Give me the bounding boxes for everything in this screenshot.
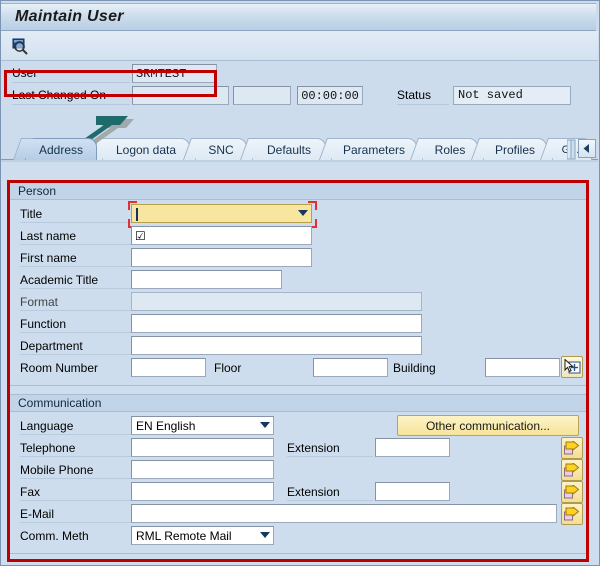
building-label: Building <box>393 361 485 376</box>
communication-group-title: Communication <box>10 395 586 412</box>
tab-overflow-stack <box>567 139 576 160</box>
tab-roles[interactable]: Roles <box>422 138 478 160</box>
department-input[interactable] <box>131 336 422 355</box>
fax-detail-button[interactable] <box>561 481 583 503</box>
function-input[interactable] <box>131 314 422 333</box>
person-group-title: Person <box>10 183 586 200</box>
telephone-detail-button[interactable] <box>561 437 583 459</box>
magnifier-display-icon[interactable] <box>9 35 31 56</box>
mobile-phone-label: Mobile Phone <box>20 463 132 479</box>
window-titlebar: Maintain User <box>1 3 596 31</box>
other-communication-button[interactable]: Other communication... <box>397 415 579 436</box>
yellow-arrow-right-icon <box>564 507 580 522</box>
telephone-extension-label: Extension <box>287 441 373 457</box>
fax-input[interactable] <box>131 482 274 501</box>
tab-profiles[interactable]: Profiles <box>483 138 547 160</box>
format-label: Format <box>20 295 132 311</box>
fax-extension-input[interactable] <box>375 482 450 501</box>
floor-input[interactable] <box>313 358 388 377</box>
room-number-label: Room Number <box>20 361 132 376</box>
academic-title-label: Academic Title <box>20 273 132 289</box>
building-picker-button[interactable] <box>561 356 583 378</box>
mobile-phone-input[interactable] <box>131 460 274 479</box>
tab-snc-label: SNC <box>206 143 235 157</box>
chevron-down-icon <box>260 532 270 538</box>
email-detail-button[interactable] <box>561 503 583 525</box>
floor-label: Floor <box>214 361 310 376</box>
tab-defaults[interactable]: Defaults <box>252 138 326 160</box>
cursor-select-icon <box>564 359 581 376</box>
chevron-down-icon <box>260 422 270 428</box>
tab-address-label: Address <box>37 143 85 157</box>
address-tab-panel: Person Title Last name First name Academ… <box>1 162 598 564</box>
email-label: E-Mail <box>20 507 132 523</box>
last-changed-on-label: Last Changed On <box>12 88 130 105</box>
tab-logon-data[interactable]: Logon data <box>102 138 190 160</box>
last-changed-date2-input[interactable] <box>233 86 291 105</box>
first-name-label: First name <box>20 251 132 267</box>
language-label: Language <box>20 419 132 435</box>
department-label: Department <box>20 339 132 355</box>
room-number-input[interactable] <box>131 358 206 377</box>
yellow-arrow-right-icon <box>564 463 580 478</box>
tab-roles-label: Roles <box>433 143 468 157</box>
mobile-phone-detail-button[interactable] <box>561 459 583 481</box>
last-changed-date-input[interactable] <box>132 86 229 105</box>
last-name-input[interactable] <box>131 226 312 245</box>
yellow-arrow-right-icon <box>564 485 580 500</box>
tab-parameters[interactable]: Parameters <box>331 138 417 160</box>
user-header-area: User Last Changed On Status Not saved <box>1 62 598 117</box>
fax-label: Fax <box>20 485 132 501</box>
arrow-left-icon <box>583 144 591 153</box>
fax-extension-label: Extension <box>287 485 373 501</box>
user-label: User <box>12 66 130 83</box>
comm-method-combo-value: RML Remote Mail <box>136 529 232 543</box>
tab-defaults-label: Defaults <box>265 143 313 157</box>
user-input[interactable] <box>132 64 217 83</box>
selection-mark-tl <box>128 201 137 210</box>
language-combo-value: EN English <box>136 419 195 433</box>
tab-logon-data-label: Logon data <box>114 143 178 157</box>
title-label: Title <box>20 207 132 223</box>
first-name-input[interactable] <box>131 248 312 267</box>
last-changed-time-input[interactable] <box>297 86 363 105</box>
communication-group: Communication Language EN English Other … <box>9 394 587 554</box>
tab-address[interactable]: Address <box>25 138 97 160</box>
comm-method-combo[interactable]: RML Remote Mail <box>131 526 274 545</box>
academic-title-input[interactable] <box>131 270 282 289</box>
email-input[interactable] <box>131 504 557 523</box>
title-combo[interactable] <box>131 204 312 223</box>
status-badge: Not saved <box>453 86 571 105</box>
function-label: Function <box>20 317 132 333</box>
telephone-input[interactable] <box>131 438 274 457</box>
tab-profiles-label: Profiles <box>493 143 537 157</box>
tab-snc[interactable]: SNC <box>195 138 247 160</box>
tab-parameters-label: Parameters <box>341 143 407 157</box>
status-label: Status <box>397 88 449 105</box>
page-title: Maintain User <box>15 8 124 26</box>
building-input[interactable] <box>485 358 560 377</box>
selection-mark-tr <box>308 201 317 210</box>
comm-method-label: Comm. Meth <box>20 529 132 544</box>
chevron-down-icon <box>298 210 308 216</box>
tabstrip: Address Logon data SNC Defaults Paramete… <box>1 138 598 162</box>
application-toolbar <box>1 31 598 61</box>
format-input <box>131 292 422 311</box>
tab-scroll-left-button[interactable] <box>578 139 596 158</box>
person-group: Person Title Last name First name Academ… <box>9 182 587 386</box>
yellow-arrow-right-icon <box>564 441 580 456</box>
sap-maintain-user-window: Maintain User User Last Changed On Statu… <box>0 0 600 566</box>
telephone-label: Telephone <box>20 441 132 457</box>
telephone-extension-input[interactable] <box>375 438 450 457</box>
language-combo[interactable]: EN English <box>131 416 274 435</box>
last-name-label: Last name <box>20 229 132 245</box>
